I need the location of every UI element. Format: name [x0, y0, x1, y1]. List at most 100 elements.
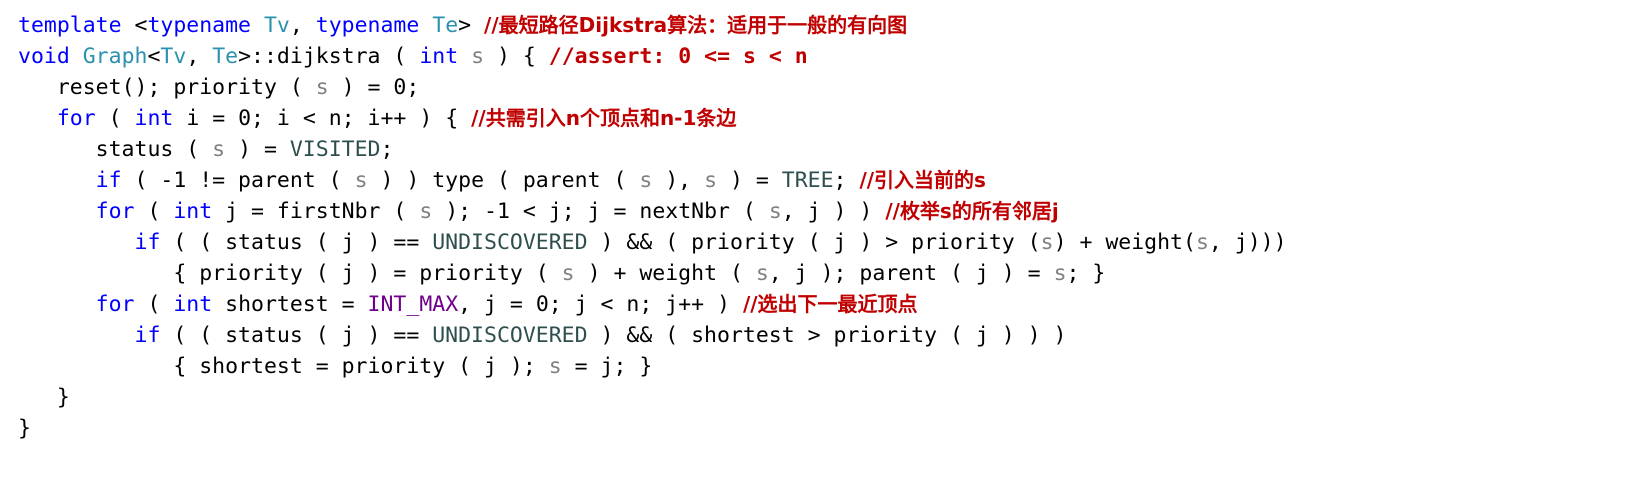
code-text: ( -1 != parent (	[121, 168, 355, 193]
enum-value: VISITED	[289, 137, 381, 162]
code-line-5: status ( s ) = VISITED;	[18, 134, 1287, 165]
code-text: ) && ( shortest > priority ( j ) ) )	[587, 323, 1067, 348]
code-line-10: for ( int shortest = INT_MAX, j = 0; j <…	[18, 289, 1287, 320]
parameter: s	[755, 261, 769, 286]
code-text: i = 0; i < n; i++ ) {	[173, 106, 472, 131]
keyword: int	[173, 292, 213, 317]
parameter: s	[212, 137, 226, 162]
keyword: template	[18, 13, 122, 38]
code-text: = j; }	[561, 354, 653, 379]
keyword: if	[134, 230, 161, 255]
code-text: j = firstNbr (	[212, 199, 420, 224]
parameter: s	[1195, 230, 1209, 255]
type-param: Te	[212, 44, 239, 69]
code-comment: //共需引入n个顶点和n-1条边	[471, 106, 737, 130]
parameter: s	[1040, 230, 1054, 255]
code-text: shortest =	[212, 292, 368, 317]
code-text: ) ) type ( parent (	[367, 168, 640, 193]
code-text: }	[56, 385, 70, 410]
parameter: s	[639, 168, 653, 193]
code-line-1: template <typename Tv, typename Te> //最短…	[18, 10, 1287, 41]
code-line-6: if ( -1 != parent ( s ) ) type ( parent …	[18, 165, 1287, 196]
parameter: s	[419, 199, 433, 224]
parameter: s	[354, 168, 368, 193]
keyword: for	[95, 199, 135, 224]
code-comment: //引入当前的s	[859, 168, 986, 192]
code-line-8: if ( ( status ( j ) == UNDISCOVERED ) &&…	[18, 227, 1287, 258]
code-line-2: void Graph<Tv, Te>::dijkstra ( int s ) {…	[18, 41, 1287, 72]
type-param: Tv	[160, 44, 187, 69]
type-param: Te	[432, 13, 459, 38]
parameter: s	[704, 168, 718, 193]
parameter: s	[1053, 261, 1067, 286]
code-text: ,	[186, 44, 213, 69]
code-text: ,	[289, 13, 316, 38]
code-line-3: reset(); priority ( s ) = 0;	[18, 72, 1287, 103]
code-text: ( ( status ( j ) ==	[160, 323, 433, 348]
code-line-12: { shortest = priority ( j ); s = j; }	[18, 351, 1287, 382]
code-text: ) + weight(	[1053, 230, 1196, 255]
code-text: ) && ( priority ( j ) > priority (	[587, 230, 1041, 255]
code-text: <	[147, 44, 161, 69]
code-text: { priority ( j ) = priority (	[173, 261, 562, 286]
code-text: , j ) )	[781, 199, 886, 224]
keyword: typename	[315, 13, 420, 38]
keyword: int	[419, 44, 459, 69]
code-text: ),	[652, 168, 705, 193]
code-line-13: }	[18, 382, 1287, 413]
code-text: >::dijkstra (	[238, 44, 420, 69]
enum-value: UNDISCOVERED	[432, 230, 588, 255]
code-text: ;	[833, 168, 860, 193]
code-text: ;	[380, 137, 394, 162]
code-text: { shortest = priority ( j );	[173, 354, 549, 379]
code-text: reset(); priority (	[56, 75, 316, 100]
code-text: <	[121, 13, 148, 38]
code-line-4: for ( int i = 0; i < n; i++ ) { //共需引入n个…	[18, 103, 1287, 134]
code-text: ) = 0;	[328, 75, 420, 100]
code-line-7: for ( int j = firstNbr ( s ); -1 < j; j …	[18, 196, 1287, 227]
code-text: ); -1 < j; j = nextNbr (	[432, 199, 769, 224]
type-name: Graph	[82, 44, 148, 69]
parameter: s	[471, 44, 485, 69]
keyword: int	[173, 199, 213, 224]
code-text: status (	[95, 137, 213, 162]
code-comment: //选出下一最近顶点	[742, 292, 918, 316]
code-line-11: if ( ( status ( j ) == UNDISCOVERED ) &&…	[18, 320, 1287, 351]
code-text: ) + weight (	[574, 261, 756, 286]
code-text: ) =	[225, 137, 290, 162]
parameter: s	[548, 354, 562, 379]
keyword: void	[18, 44, 70, 69]
type-param: Tv	[263, 13, 290, 38]
code-text: (	[95, 106, 135, 131]
keyword: for	[56, 106, 96, 131]
code-comment: //枚举s的所有邻居j	[885, 199, 1059, 223]
code-line-9: { priority ( j ) = priority ( s ) + weig…	[18, 258, 1287, 289]
code-comment: //assert: 0 <= s < n	[548, 44, 808, 69]
code-text: (	[134, 292, 174, 317]
code-text: }	[18, 416, 31, 441]
code-text: >	[458, 13, 485, 38]
code-text: ( ( status ( j ) ==	[160, 230, 433, 255]
keyword: typename	[147, 13, 252, 38]
enum-value: TREE	[781, 168, 834, 193]
keyword: for	[95, 292, 135, 317]
code-text: ) {	[484, 44, 549, 69]
code-block: template <typename Tv, typename Te> //最短…	[18, 10, 1287, 444]
code-comment: //最短路径Dijkstra算法：适用于一般的有向图	[484, 13, 908, 37]
code-text: , j)))	[1208, 230, 1287, 255]
parameter: s	[315, 75, 329, 100]
keyword: int	[134, 106, 174, 131]
keyword: if	[95, 168, 122, 193]
